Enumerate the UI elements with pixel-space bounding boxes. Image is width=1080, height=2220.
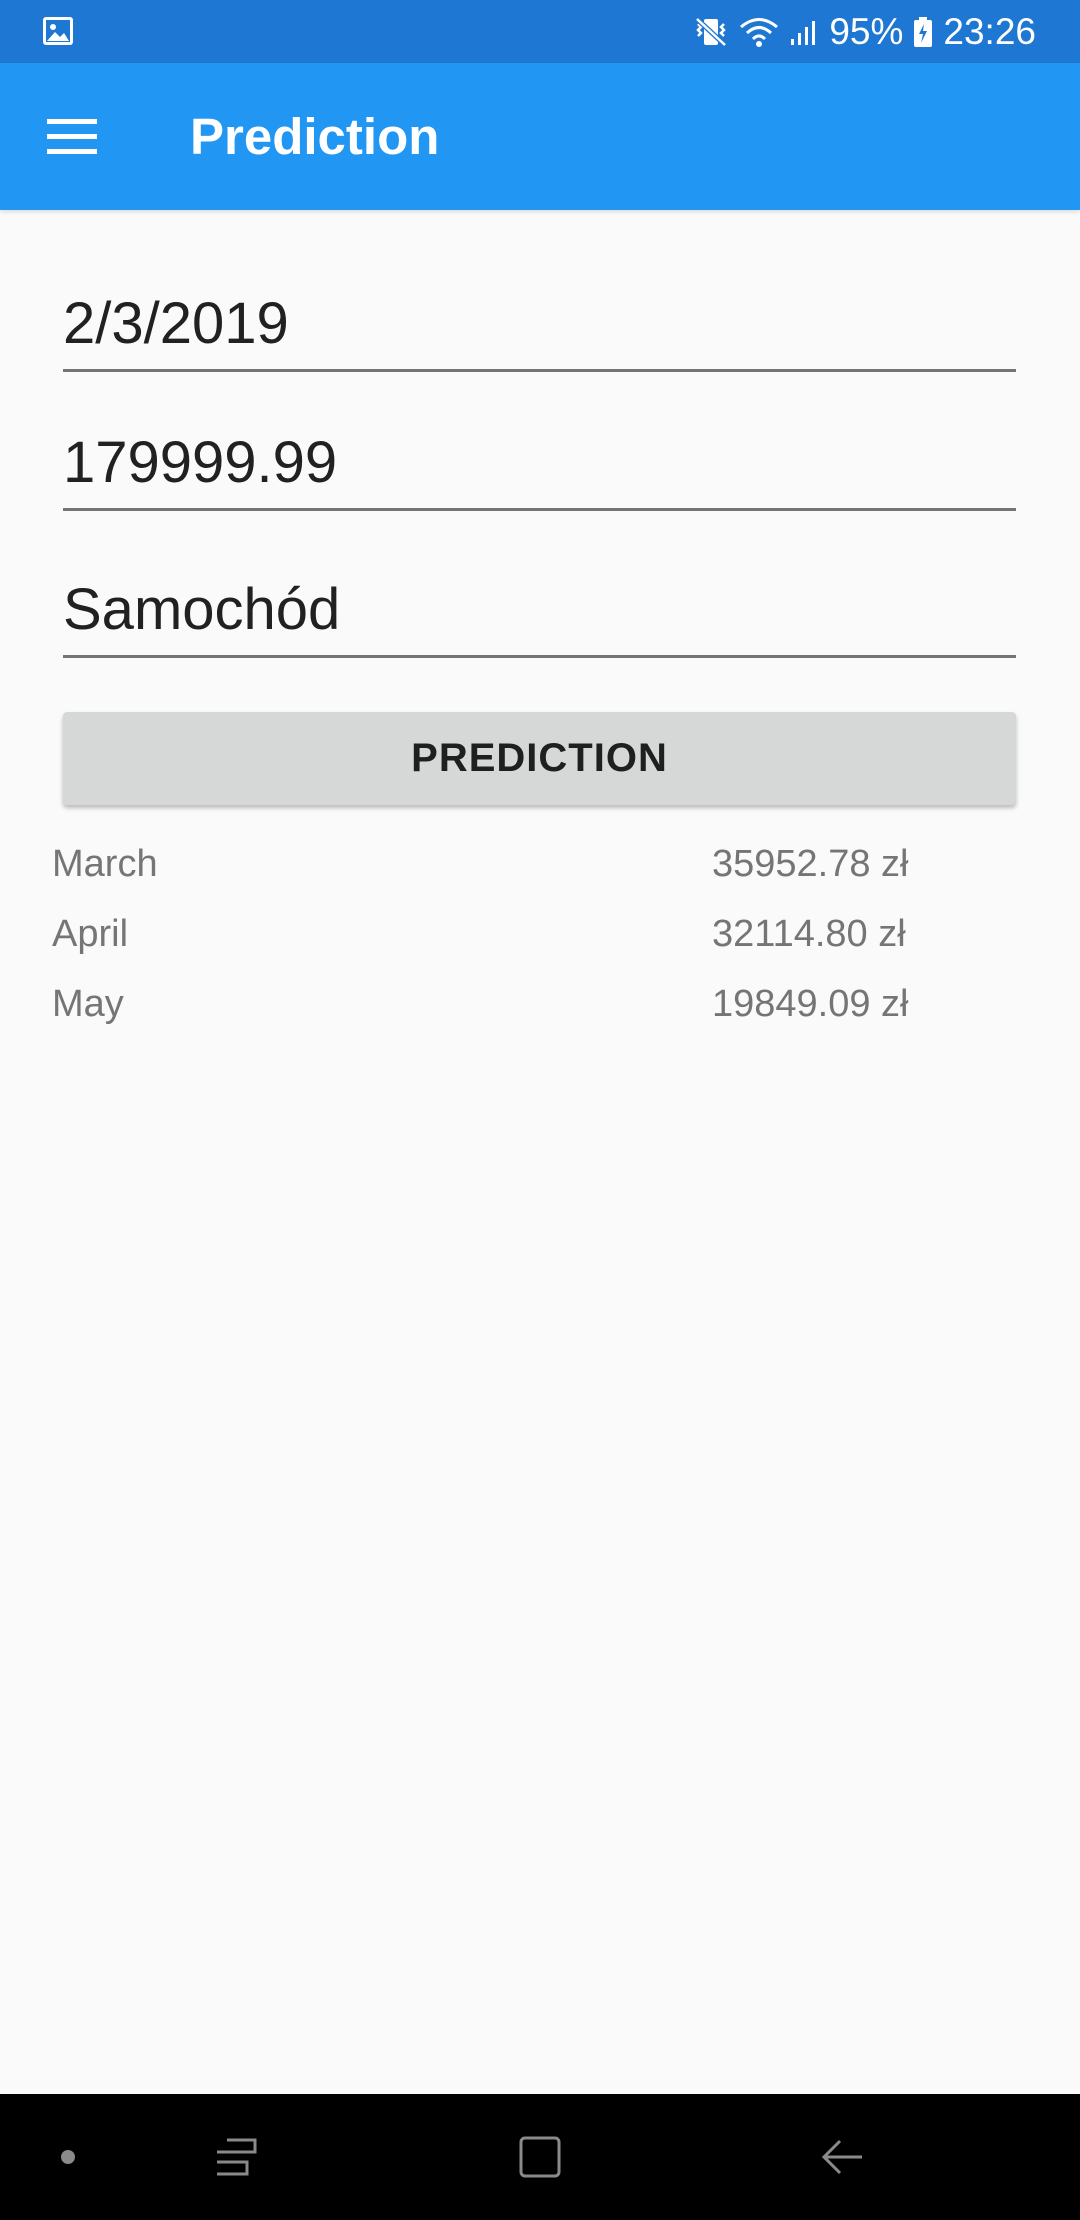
status-bar: 95% 23:26 <box>0 0 1080 63</box>
signal-icon <box>791 20 816 45</box>
recent-apps-icon <box>217 2138 257 2176</box>
home-icon <box>519 2136 561 2178</box>
result-row: March 35952.78 zł <box>52 843 952 903</box>
navigation-bar <box>0 2094 1080 2220</box>
battery-percent: 95% <box>829 10 904 52</box>
result-row: May 19849.09 zł <box>52 983 952 1043</box>
back-button[interactable] <box>802 2094 882 2220</box>
result-amount: 19849.09 zł <box>712 983 909 1025</box>
status-icons: 95% 23:26 <box>693 0 1036 63</box>
home-button[interactable] <box>500 2094 580 2220</box>
hamburger-menu-icon <box>47 119 97 154</box>
category-field-value: Samochód <box>63 577 341 642</box>
result-row: April 32114.80 zł <box>52 913 952 973</box>
vibrate-icon <box>695 16 728 47</box>
result-amount: 35952.78 zł <box>712 843 909 885</box>
page-title: Prediction <box>190 108 440 165</box>
back-icon <box>821 2139 862 2175</box>
recent-apps-button[interactable] <box>196 2094 276 2220</box>
nav-dot-button[interactable] <box>38 2094 98 2220</box>
battery-charging-icon <box>914 16 933 47</box>
result-amount: 32114.80 zł <box>712 913 906 955</box>
result-month: March <box>52 843 158 885</box>
wifi-icon <box>740 17 779 47</box>
menu-button[interactable] <box>36 101 108 173</box>
gallery-icon <box>43 17 73 45</box>
result-month: April <box>52 913 129 955</box>
result-month: May <box>52 983 124 1025</box>
dot-icon <box>61 2150 75 2164</box>
clock: 23:26 <box>943 10 1036 52</box>
date-field[interactable]: 2/3/2019 <box>63 290 1016 372</box>
category-field[interactable]: Samochód <box>63 577 1016 658</box>
date-field-value: 2/3/2019 <box>63 291 289 356</box>
app-bar: Prediction <box>0 63 1080 210</box>
amount-field[interactable]: 179999.99 <box>63 430 1016 511</box>
prediction-button[interactable]: PREDICTION <box>63 712 1016 805</box>
screen: 95% 23:26 Prediction 2/3/2019 179999.99 … <box>0 0 1080 2220</box>
amount-field-value: 179999.99 <box>63 430 338 495</box>
